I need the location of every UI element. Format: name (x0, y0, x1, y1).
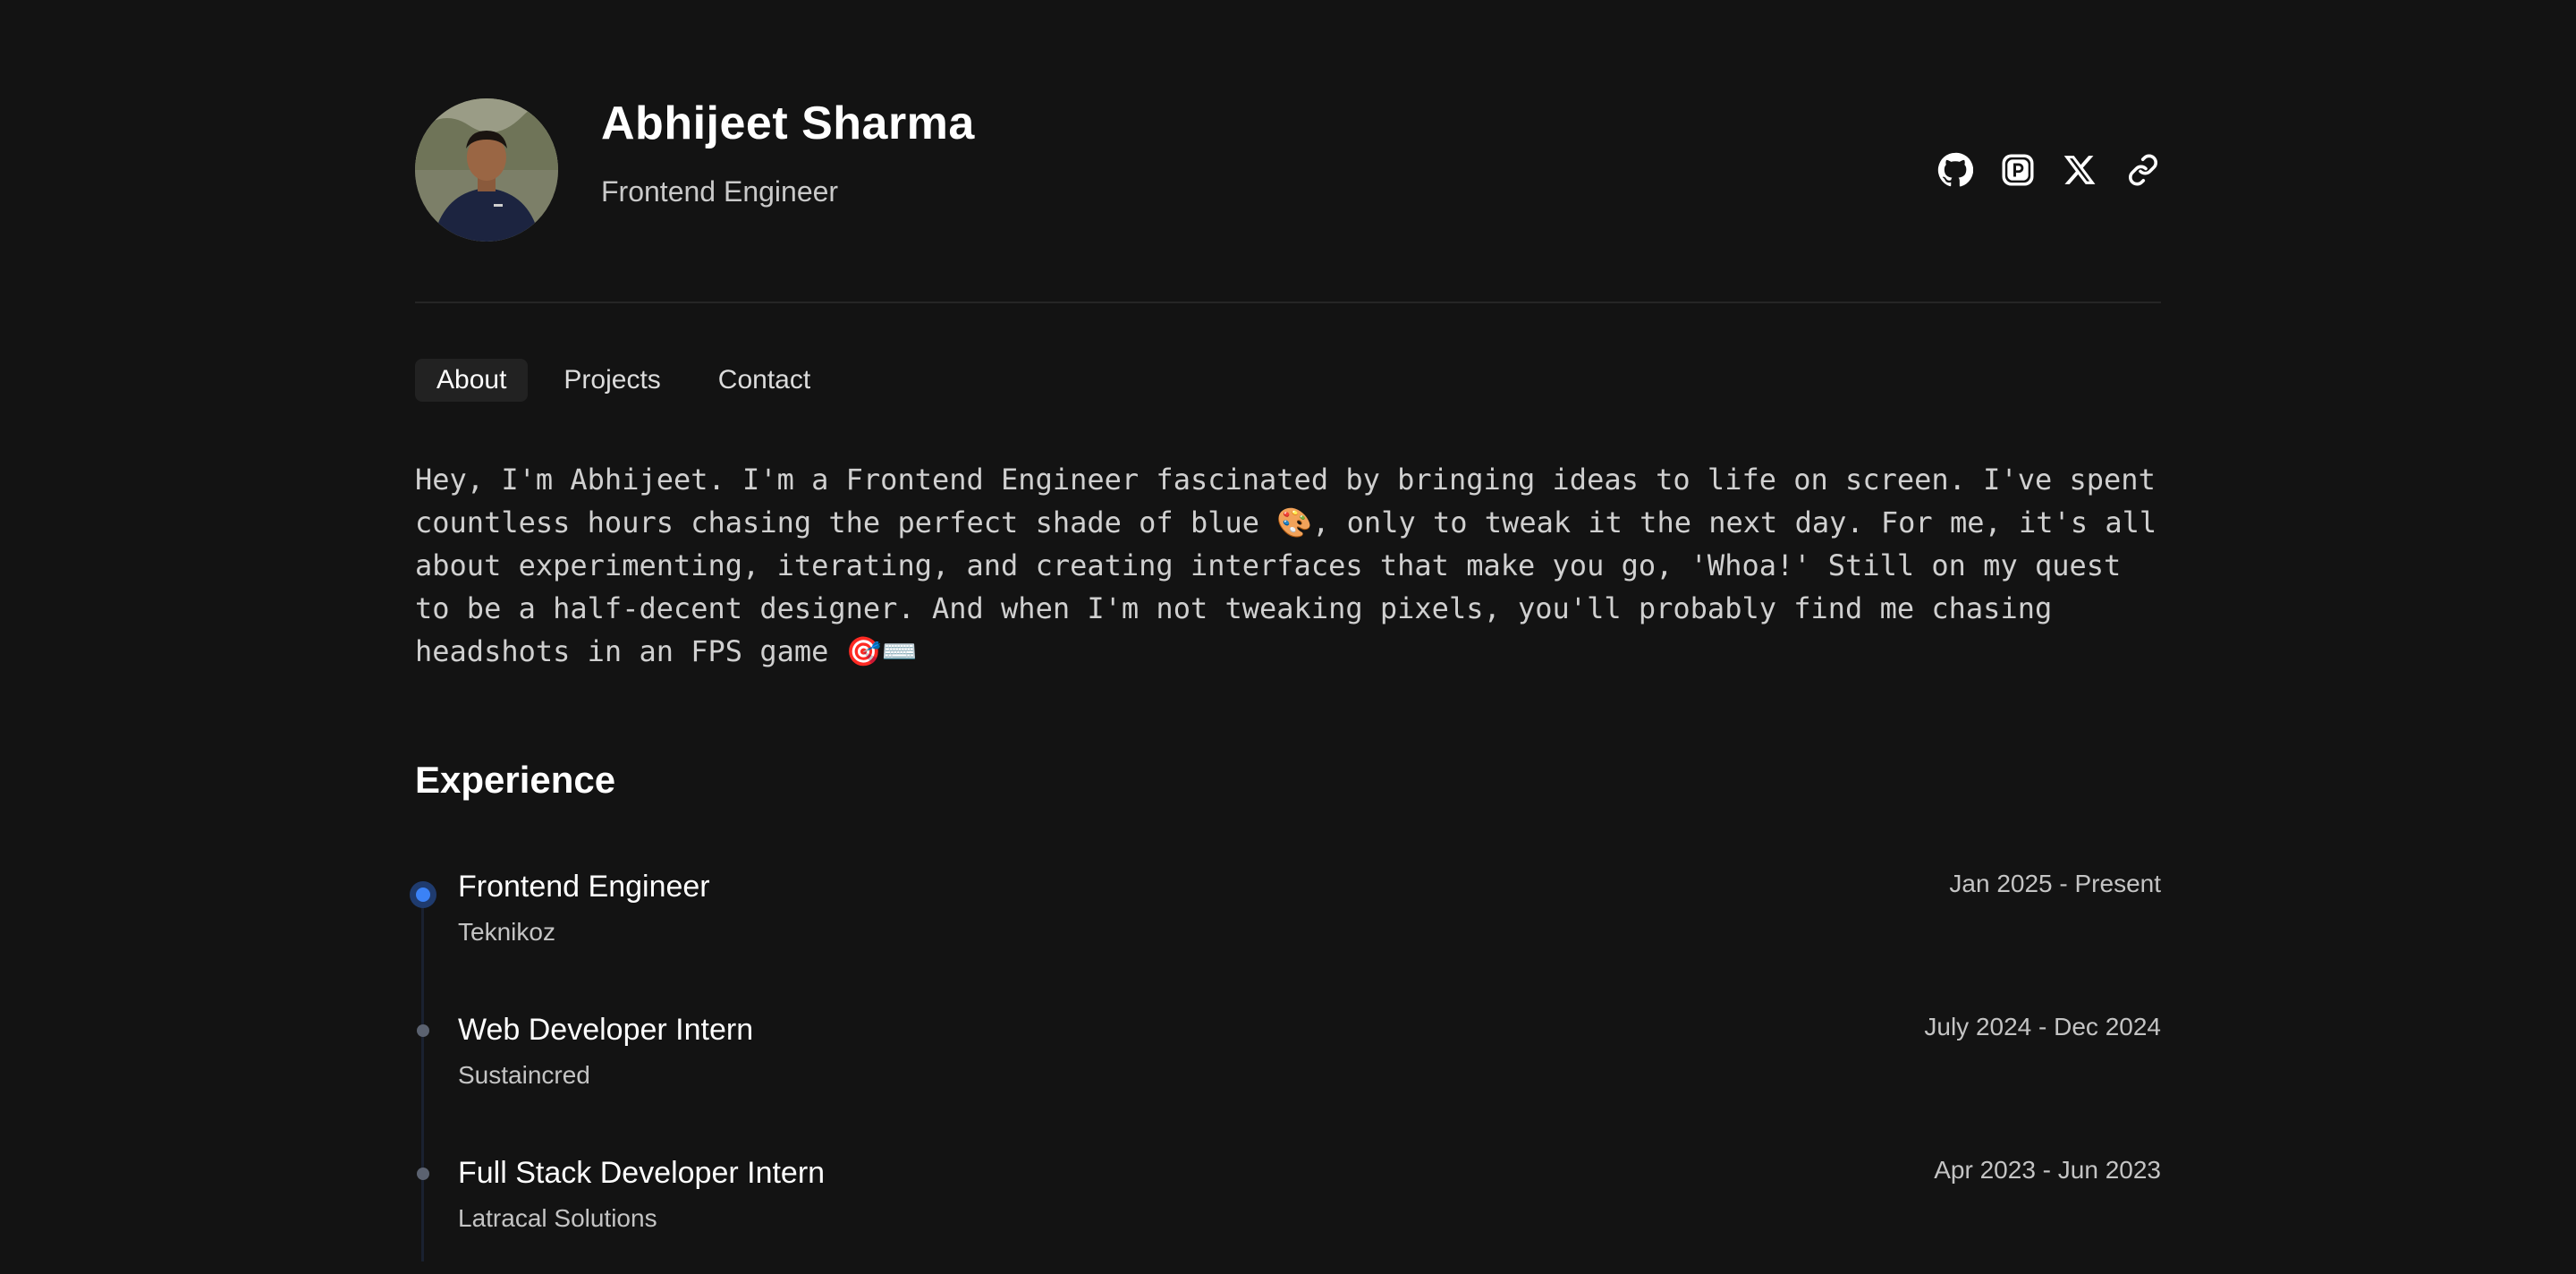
timeline-dot (417, 1168, 429, 1180)
main-container: Abhijeet Sharma Frontend Engineer About … (410, 0, 2161, 1261)
tab-about[interactable]: About (415, 359, 529, 402)
profile-header: Abhijeet Sharma Frontend Engineer (415, 0, 2161, 303)
tab-projects[interactable]: Projects (542, 359, 682, 402)
job-dates: Jan 2025 - Present (1949, 870, 2161, 897)
peerlist-icon[interactable] (2000, 152, 2036, 188)
profile-role: Frontend Engineer (601, 175, 839, 208)
avatar (415, 98, 558, 242)
experience-item: Web Developer Intern Sustaincred July 20… (415, 1002, 2161, 1109)
experience-heading: Experience (415, 759, 616, 801)
link-icon[interactable] (2125, 152, 2161, 188)
portfolio-page: Abhijeet Sharma Frontend Engineer About … (0, 0, 2576, 1274)
social-links (1937, 152, 2161, 188)
github-icon[interactable] (1937, 152, 1973, 188)
job-company: Latracal Solutions (458, 1204, 657, 1232)
profile-name: Abhijeet Sharma (601, 98, 975, 149)
about-text: Hey, I'm Abhijeet. I'm a Frontend Engine… (415, 463, 2174, 668)
timeline-dot (417, 1024, 429, 1037)
job-dates: July 2024 - Dec 2024 (1924, 1013, 2161, 1040)
job-title: Full Stack Developer Intern (458, 1156, 826, 1190)
tab-contact[interactable]: Contact (697, 359, 832, 402)
x-icon[interactable] (2063, 152, 2098, 188)
job-title: Frontend Engineer (458, 870, 710, 904)
experience-item: Frontend Engineer Teknikoz Jan 2025 - Pr… (410, 859, 2161, 966)
avatar-photo (415, 98, 558, 242)
job-company: Sustaincred (458, 1061, 590, 1089)
job-dates: Apr 2023 - Jun 2023 (1934, 1156, 2161, 1184)
current-position-dot (410, 881, 436, 908)
job-company: Teknikoz (458, 918, 555, 946)
experience-item: Full Stack Developer Intern Latracal Sol… (415, 1145, 2161, 1253)
section-tabs: About Projects Contact (415, 359, 832, 402)
job-title: Web Developer Intern (458, 1013, 754, 1047)
